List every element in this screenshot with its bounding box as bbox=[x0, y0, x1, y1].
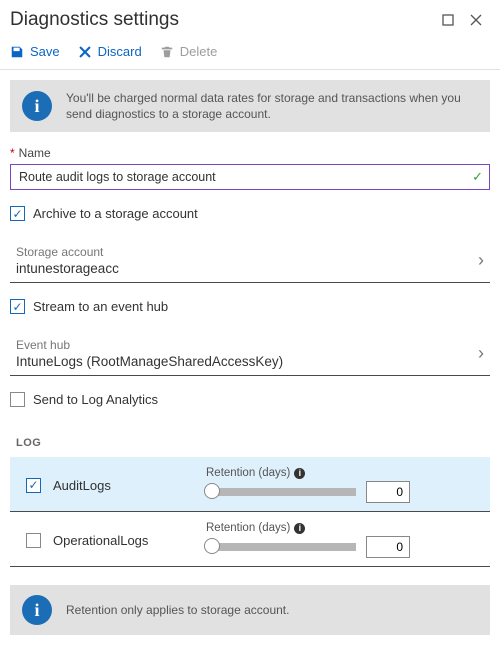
log-analytics-checkbox-row[interactable]: Send to Log Analytics bbox=[10, 392, 490, 407]
event-hub-label: Event hub bbox=[16, 338, 474, 352]
archive-checkbox-row[interactable]: ✓ Archive to a storage account bbox=[10, 206, 490, 221]
required-star: * bbox=[10, 146, 15, 160]
name-field-label: Name bbox=[19, 146, 51, 160]
discard-icon bbox=[78, 45, 92, 59]
storage-account-selector[interactable]: Storage account intunestorageacc › bbox=[10, 237, 490, 283]
info-icon[interactable]: i bbox=[294, 523, 305, 534]
info-banner-retention: i Retention only applies to storage acco… bbox=[10, 585, 490, 635]
info-icon: i bbox=[22, 91, 52, 121]
operationallogs-retention-input[interactable] bbox=[366, 536, 410, 558]
save-button[interactable]: Save bbox=[10, 44, 60, 59]
event-hub-selector[interactable]: Event hub IntuneLogs (RootManageSharedAc… bbox=[10, 330, 490, 376]
info-banner-billing: i You'll be charged normal data rates fo… bbox=[10, 80, 490, 132]
info-banner-text: Retention only applies to storage accoun… bbox=[66, 602, 289, 618]
archive-checkbox-label: Archive to a storage account bbox=[33, 206, 198, 221]
log-analytics-checkbox-label: Send to Log Analytics bbox=[33, 392, 158, 407]
auditlogs-label: AuditLogs bbox=[53, 478, 111, 493]
info-icon[interactable]: i bbox=[294, 468, 305, 479]
stream-checkbox-label: Stream to an event hub bbox=[33, 299, 168, 314]
auditlogs-retention-slider[interactable] bbox=[206, 488, 356, 496]
log-row-operationallogs[interactable]: OperationalLogs Retention (days) i bbox=[10, 512, 490, 567]
chevron-right-icon: › bbox=[474, 250, 488, 271]
save-icon bbox=[10, 45, 24, 59]
delete-button: Delete bbox=[160, 44, 218, 59]
log-analytics-checkbox[interactable] bbox=[10, 392, 25, 407]
retention-label: Retention (days) bbox=[206, 522, 290, 534]
close-window-button[interactable] bbox=[464, 8, 488, 32]
info-banner-text: You'll be charged normal data rates for … bbox=[66, 90, 478, 122]
discard-button[interactable]: Discard bbox=[78, 44, 142, 59]
operationallogs-retention-slider[interactable] bbox=[206, 543, 356, 551]
chevron-right-icon: › bbox=[474, 343, 488, 364]
restore-window-button[interactable] bbox=[436, 8, 460, 32]
retention-label: Retention (days) bbox=[206, 467, 290, 479]
log-section-heading: LOG bbox=[16, 437, 490, 449]
name-input-wrap[interactable]: ✓ bbox=[10, 164, 490, 190]
info-icon: i bbox=[22, 595, 52, 625]
toolbar: Save Discard Delete bbox=[0, 38, 500, 70]
auditlogs-checkbox[interactable]: ✓ bbox=[26, 478, 41, 493]
storage-account-label: Storage account bbox=[16, 245, 474, 259]
name-input[interactable] bbox=[17, 169, 472, 185]
event-hub-value: IntuneLogs (RootManageSharedAccessKey) bbox=[16, 354, 474, 369]
operationallogs-label: OperationalLogs bbox=[53, 533, 148, 548]
stream-checkbox-row[interactable]: ✓ Stream to an event hub bbox=[10, 299, 490, 314]
delete-label: Delete bbox=[180, 44, 218, 59]
save-label: Save bbox=[30, 44, 60, 59]
log-row-auditlogs[interactable]: ✓ AuditLogs Retention (days) i bbox=[10, 457, 490, 512]
operationallogs-checkbox[interactable] bbox=[26, 533, 41, 548]
page-title: Diagnostics settings bbox=[10, 9, 432, 31]
archive-checkbox[interactable]: ✓ bbox=[10, 206, 25, 221]
name-field-label-row: * Name bbox=[10, 146, 490, 160]
auditlogs-retention-input[interactable] bbox=[366, 481, 410, 503]
valid-check-icon: ✓ bbox=[472, 169, 483, 185]
trash-icon bbox=[160, 45, 174, 59]
discard-label: Discard bbox=[98, 44, 142, 59]
storage-account-value: intunestorageacc bbox=[16, 261, 474, 276]
stream-checkbox[interactable]: ✓ bbox=[10, 299, 25, 314]
